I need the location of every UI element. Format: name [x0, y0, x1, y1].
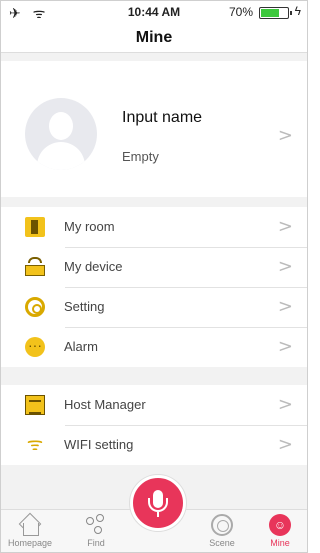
chevron-right-icon: >	[277, 216, 293, 237]
status-bar: ✈ ᯤ 10:44 AM 70% ϟ	[1, 1, 307, 23]
menu-item-my-room[interactable]: My room >	[1, 207, 307, 247]
profile-row[interactable]: Input name Empty >	[1, 61, 307, 197]
mine-face-icon: ☺	[269, 514, 291, 536]
door-icon	[25, 217, 45, 237]
chevron-right-icon: >	[277, 394, 293, 415]
menu-item-label: WIFI setting	[64, 437, 134, 452]
tab-scene[interactable]: Scene	[197, 514, 247, 548]
chevron-right-icon: >	[277, 256, 293, 277]
tab-label: Scene	[209, 538, 235, 548]
menu-item-wifi-setting[interactable]: ᯤ WIFI setting >	[1, 425, 307, 465]
app-screen: ✈ ᯤ 10:44 AM 70% ϟ Mine Input name Empty…	[0, 0, 308, 553]
chevron-right-icon: >	[277, 434, 293, 455]
menu-item-label: Alarm	[64, 339, 98, 354]
profile-subtitle: Empty	[122, 149, 159, 164]
charging-icon: ϟ	[294, 4, 301, 18]
battery-fill	[261, 9, 279, 17]
battery-icon	[259, 7, 292, 19]
voice-mic-button[interactable]	[130, 475, 186, 531]
menu-item-label: Setting	[64, 299, 105, 314]
tab-find[interactable]: Find	[71, 514, 121, 548]
menu-item-host-manager[interactable]: Host Manager >	[1, 385, 307, 425]
chat-bubble-icon	[25, 337, 45, 357]
menu-group-1: My room > My device > Setting > Alarm >	[1, 207, 307, 367]
profile-name: Input name	[122, 109, 203, 126]
avatar-shoulders	[37, 142, 85, 170]
tab-label: Mine	[270, 538, 290, 548]
battery-percent: 70%	[228, 5, 253, 19]
menu-item-setting[interactable]: Setting >	[1, 287, 307, 327]
menu-item-label: My device	[64, 259, 123, 274]
menu-item-label: My room	[64, 219, 115, 234]
nav-bar: Mine	[1, 23, 307, 53]
menu-item-alarm[interactable]: Alarm >	[1, 327, 307, 367]
gear-icon	[25, 297, 45, 317]
tab-homepage[interactable]: Homepage	[5, 514, 55, 548]
wifi-icon: ᯤ	[26, 434, 44, 455]
menu-item-label: Host Manager	[64, 397, 146, 412]
menu-group-2: Host Manager > ᯤ WIFI setting >	[1, 385, 307, 465]
tab-label: Find	[87, 538, 105, 548]
page-title: Mine	[135, 29, 173, 46]
host-icon	[25, 395, 45, 415]
tab-mine[interactable]: ☺ Mine	[255, 514, 305, 548]
chevron-right-icon: >	[277, 336, 293, 357]
find-icon	[85, 514, 107, 536]
avatar[interactable]	[25, 98, 97, 170]
chevron-right-icon: >	[277, 125, 293, 146]
chevron-right-icon: >	[277, 296, 293, 317]
scene-icon	[211, 514, 233, 536]
device-icon	[25, 257, 45, 277]
avatar-head	[49, 112, 73, 140]
home-icon	[19, 514, 41, 536]
tab-label: Homepage	[7, 538, 53, 548]
menu-item-my-device[interactable]: My device >	[1, 247, 307, 287]
